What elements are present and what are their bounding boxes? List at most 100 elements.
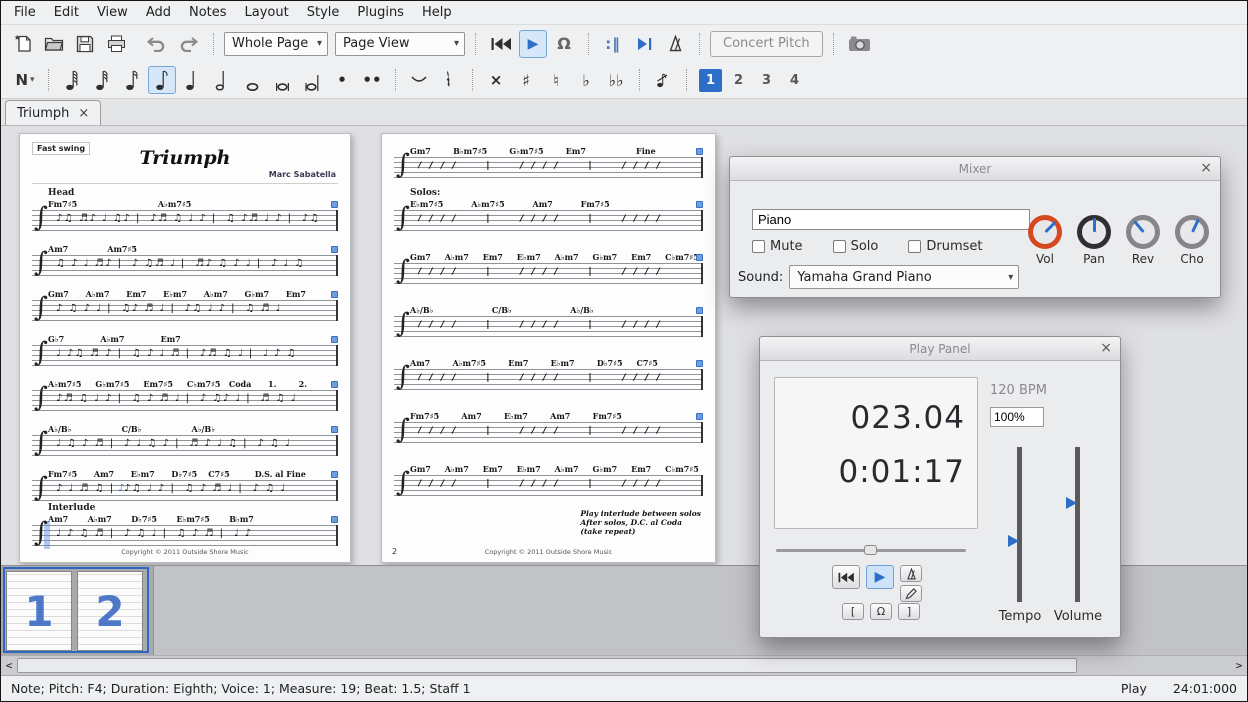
volume-slider-handle[interactable] <box>1066 497 1077 509</box>
breve-note-button[interactable] <box>268 66 296 94</box>
whole-note-button[interactable] <box>238 66 266 94</box>
mixer-close-icon[interactable]: × <box>1200 160 1212 176</box>
play-repeats-button[interactable]: :‖ <box>599 30 627 58</box>
tempo-percent-input[interactable] <box>990 407 1044 427</box>
volume-slider[interactable] <box>1075 447 1080 602</box>
32nd-note-button[interactable] <box>88 66 116 94</box>
score-system[interactable]: A♭/B♭ C/B♭ A♭/B♭ ∫ ♩ ♫ ♪ ♬ | ♪ ♩ ♫ ♪ | ♬… <box>32 424 338 456</box>
loop-out-button[interactable]: ] <box>898 603 920 620</box>
menu-file[interactable]: File <box>5 3 45 22</box>
score-system[interactable]: Am7 A♭m7♯5 Em7 E♭m7 D♭7♯5 C7♯5 ∫ / / / /… <box>394 358 703 390</box>
score-title[interactable]: Triumph <box>32 147 338 169</box>
staff-line[interactable]: ∫ / / / / | / / / / | / / / / | / / / / <box>394 475 703 496</box>
mute-checkbox[interactable]: Mute <box>752 239 803 254</box>
staff-line[interactable]: ∫ / / / / | / / / / | / / / / | / / / / <box>394 263 703 284</box>
reverb-knob[interactable]: Rev <box>1123 215 1163 266</box>
staff-line[interactable]: ∫ / / / / | / / / / | / / / / | / / / / <box>394 210 703 231</box>
play-panel-titlebar[interactable]: Play Panel × <box>760 337 1120 361</box>
score-system[interactable]: Head Fm7♯5 A♭m7♯5 ∫ ♪♫ ♬♪ ♩ ♫♪ | ♪♬ ♫ ♩ … <box>32 199 338 231</box>
menu-edit[interactable]: Edit <box>45 3 88 22</box>
staff-line[interactable]: ∫ ♫ ♪ ♩ ♬♪ | ♪ ♫♬ ♩ | ♬♪ ♫ ♪ ♩ | ♪ ♩ ♫ <box>32 255 338 276</box>
drumset-checkbox[interactable]: Drumset <box>908 239 982 254</box>
double-dot-button[interactable]: •• <box>358 66 386 94</box>
sharp-button[interactable]: ♯ <box>512 66 540 94</box>
mixer-titlebar[interactable]: Mixer × <box>730 157 1220 181</box>
staff-line[interactable]: ∫ / / / / | / / / / | / / / / | / / / / <box>394 316 703 337</box>
staff-line[interactable]: ∫ ♪ ♩ ♬ ♫ | ♪♫ ♩ ♪ | ♫ ♪ ♬ ♩ | ♪ ♫ ♩ ♪ <box>32 480 338 501</box>
score-system[interactable]: A♭m7♯5 G♭m7♯5 Em7♯5 C♭m7♯5 Coda 1. 2. ∫ … <box>32 379 338 411</box>
zoom-select[interactable]: Whole Page ▾ <box>224 32 328 56</box>
play-panel-close-icon[interactable]: × <box>1100 340 1112 356</box>
score-system[interactable]: A♭/B♭ C/B♭ A♭/B♭ ∫ / / / / | / / / / | /… <box>394 305 703 337</box>
natural-button[interactable]: ♮ <box>542 66 570 94</box>
metronome-button[interactable] <box>661 30 689 58</box>
grace-note-button[interactable] <box>649 66 677 94</box>
note-input-button[interactable]: N▾ <box>11 66 39 94</box>
quarter-note-button[interactable] <box>178 66 206 94</box>
solo-checkbox[interactable]: Solo <box>833 239 879 254</box>
image-capture-button[interactable] <box>844 30 875 58</box>
print-button[interactable] <box>102 30 130 58</box>
score-system[interactable]: Gm7 B♭m7♯5 G♭m7♯5 Em7 Fine ∫ / / / / | /… <box>394 146 703 178</box>
longa-note-button[interactable] <box>298 66 326 94</box>
tie-button[interactable] <box>405 66 433 94</box>
scrollbar-thumb[interactable] <box>17 658 1077 673</box>
staff-line[interactable]: ∫ ♩ ♪♫ ♬ ♪ | ♫ ♪ ♩ ♬ | ♪♬ ♫ ♩ | ♩ ♪ ♫ <box>32 345 338 366</box>
8th-note-button[interactable] <box>148 66 176 94</box>
save-button[interactable] <box>71 30 99 58</box>
augmentation-dot-button[interactable]: • <box>328 66 356 94</box>
16th-note-button[interactable] <box>118 66 146 94</box>
play-button[interactable]: ▶ <box>519 30 547 58</box>
rewind-button[interactable] <box>486 30 516 58</box>
tempo-slider-handle[interactable] <box>1008 535 1019 547</box>
flat-button[interactable]: ♭ <box>572 66 600 94</box>
menu-add[interactable]: Add <box>137 3 180 22</box>
score-system[interactable]: Solos: E♭m7♯5 A♭m7♯5 Am7 Fm7♯5 ∫ / / / /… <box>394 199 703 231</box>
double-flat-button[interactable]: ♭♭ <box>602 66 630 94</box>
position-slider[interactable] <box>776 545 966 555</box>
concert-pitch-button[interactable]: Concert Pitch <box>710 31 823 57</box>
voice-1-button[interactable]: 1 <box>699 69 722 92</box>
score-system[interactable]: Gm7 A♭m7 Em7 E♭m7 A♭m7 G♭m7 Em7 C♭m7♯5 ∫… <box>394 252 703 284</box>
menu-layout[interactable]: Layout <box>236 3 298 22</box>
rest-button[interactable] <box>435 66 463 94</box>
score-system[interactable]: Am7 Am7♯5 ∫ ♫ ♪ ♩ ♬♪ | ♪ ♫♬ ♩ | ♬♪ ♫ ♪ ♩… <box>32 244 338 276</box>
chorus-knob[interactable]: Cho <box>1172 215 1212 266</box>
undo-button[interactable] <box>142 30 171 58</box>
staff-line[interactable]: ∫ / / / / | / / / / | / / / / | / / / / <box>394 422 703 443</box>
score-system[interactable]: Gm7 A♭m7 Em7 E♭m7 A♭m7 G♭m7 Em7 ∫ ♪ ♫ ♪ … <box>32 289 338 321</box>
staff-line[interactable]: ∫ ♪♫ ♬♪ ♩ ♫♪ | ♪♬ ♫ ♩ ♪ | ♫ ♪♬ ♩ ♪ | ♪♫ … <box>32 210 338 231</box>
loop-in-button[interactable]: [ <box>842 603 864 620</box>
new-score-button[interactable] <box>9 30 37 58</box>
view-mode-select[interactable]: Page View ▾ <box>335 32 465 56</box>
sound-select[interactable]: Yamaha Grand Piano ▾ <box>789 265 1019 289</box>
menu-notes[interactable]: Notes <box>180 3 236 22</box>
part-name-input[interactable] <box>752 209 1030 230</box>
pan-toggle-button[interactable] <box>900 585 922 602</box>
horizontal-scrollbar[interactable]: < > <box>1 655 1247 675</box>
score-system[interactable]: Interlude Am7 A♭m7 D♭7♯5 E♭m7♯5 B♭m7 ∫ ♩… <box>32 514 338 546</box>
score-system[interactable]: G♭7 A♭m7 Em7 ∫ ♩ ♪♫ ♬ ♪ | ♫ ♪ ♩ ♬ | ♪♬ ♫… <box>32 334 338 366</box>
tempo-slider[interactable] <box>1017 447 1022 602</box>
pan-knob[interactable]: Pan <box>1074 215 1114 266</box>
volume-knob[interactable]: Vol <box>1025 215 1065 266</box>
menu-view[interactable]: View <box>88 3 137 22</box>
scroll-left-arrow[interactable]: < <box>1 656 17 675</box>
pan-score-button[interactable] <box>630 30 658 58</box>
64th-note-button[interactable] <box>58 66 86 94</box>
menu-style[interactable]: Style <box>298 3 349 22</box>
scroll-right-arrow[interactable]: > <box>1231 656 1247 675</box>
staff-line[interactable]: ∫ / / / / | / / / / | / / / / | / / / / <box>394 369 703 390</box>
loop-playback-button[interactable]: Ω <box>550 30 578 58</box>
voice-3-button[interactable]: 3 <box>755 69 778 92</box>
staff-line[interactable]: ∫ ♪ ♫ ♪ ♩ | ♫♪ ♬ ♩ | ♪♫ ♩ ♪ | ♫ ♬ ♩ <box>32 300 338 321</box>
voice-2-button[interactable]: 2 <box>727 69 750 92</box>
tab-triumph[interactable]: Triumph × <box>5 100 101 125</box>
score-system[interactable]: Gm7 A♭m7 Em7 E♭m7 A♭m7 G♭m7 Em7 C♭m7♯5 ∫… <box>394 464 703 496</box>
loop-toggle-button[interactable]: Ω <box>870 603 892 620</box>
metronome-toggle-button[interactable] <box>900 565 922 582</box>
score-system[interactable]: Fm7♯5 Am7 E♭m7 Am7 Fm7♯5 ∫ / / / / | / /… <box>394 411 703 443</box>
voice-4-button[interactable]: 4 <box>783 69 806 92</box>
staff-line[interactable]: ∫ / / / / | / / / / | / / / / | / / / / <box>394 157 703 178</box>
menu-help[interactable]: Help <box>413 3 461 22</box>
